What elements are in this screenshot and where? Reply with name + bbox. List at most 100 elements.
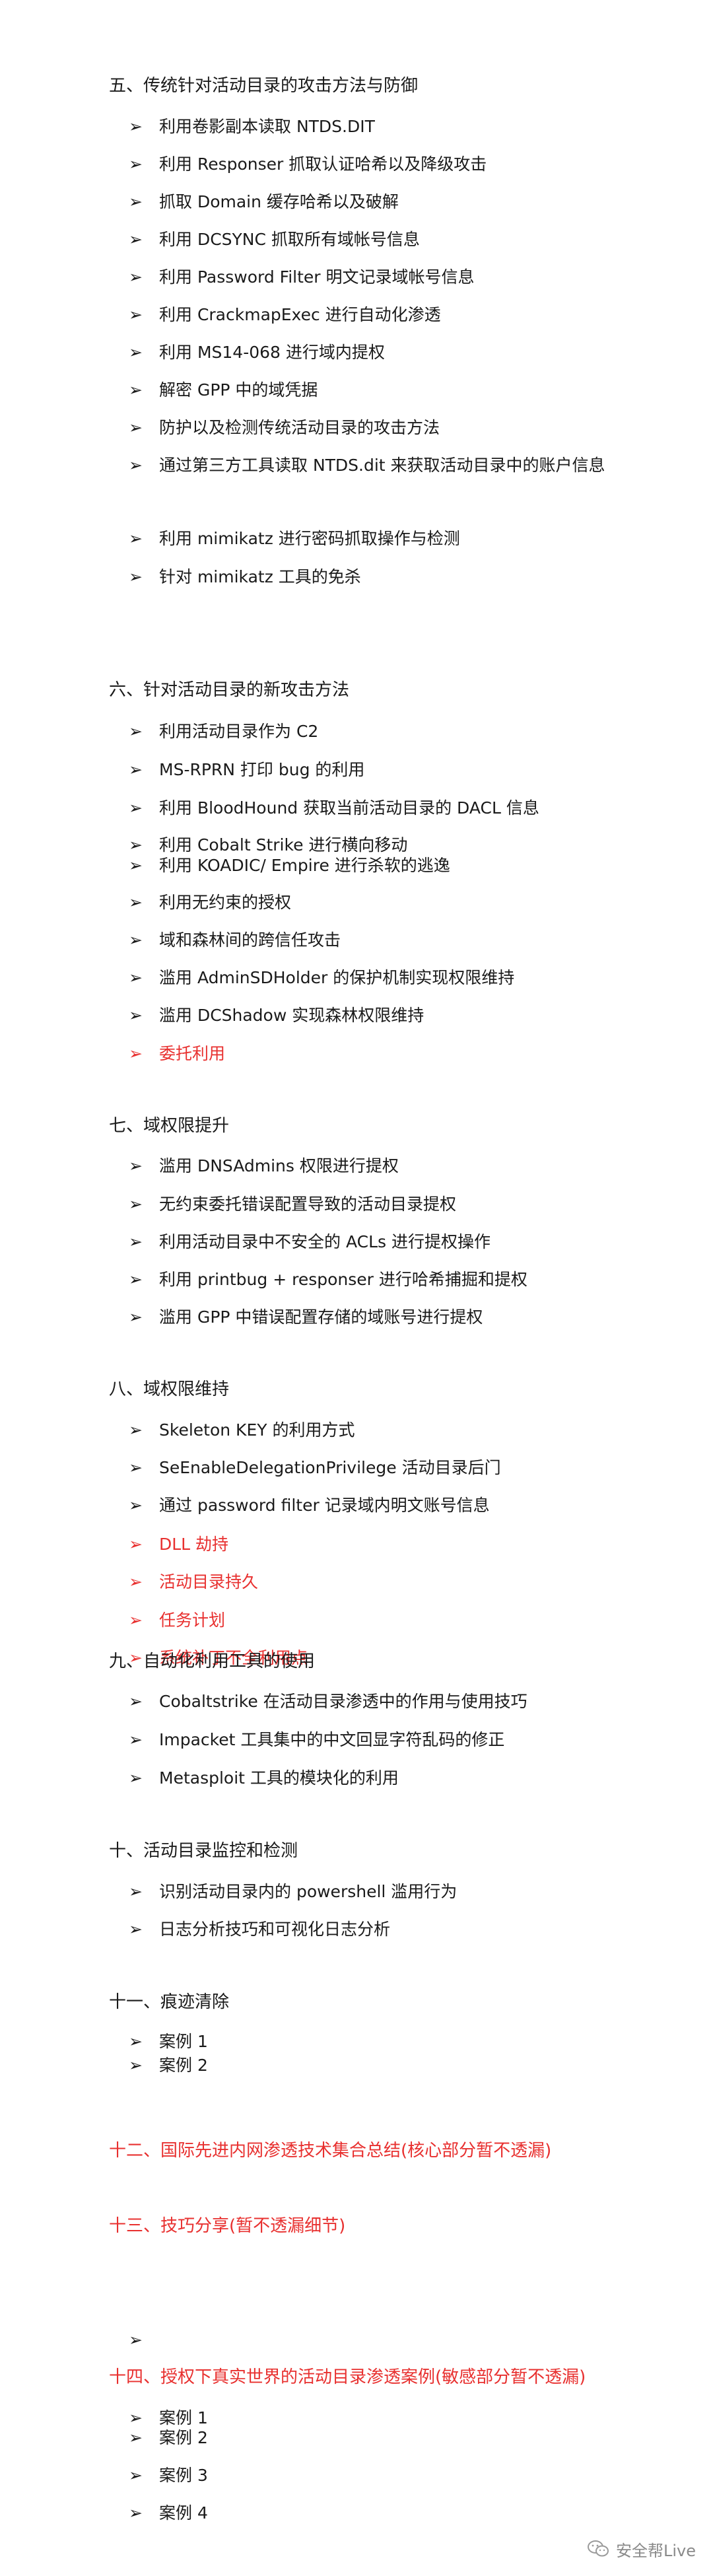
list-item-text: 解密 GPP 中的域凭据 (159, 380, 318, 400)
list-item: ➢ SeEnableDelegationPrivilege 活动目录后门 (129, 1449, 630, 1486)
arrow-bullet-icon: ➢ (129, 760, 143, 779)
list-item-text: 滥用 DCShadow 实现森林权限维持 (159, 1006, 424, 1025)
list-item: ➢ Skeleton KEY 的利用方式 (129, 1412, 630, 1449)
arrow-bullet-icon: ➢ (129, 567, 143, 586)
arrow-bullet-icon: ➢ (129, 1611, 143, 1630)
watermark-text: 安全帮Live (615, 2541, 696, 2560)
list-item: ➢ 通过 password filter 记录域内明文账号信息 (129, 1487, 630, 1524)
list-item: ➢ Impacket 工具集中的中文回显字符乱码的修正 (129, 1722, 630, 1758)
section-heading: 八、域权限维持 (109, 1379, 230, 1399)
list-item: ➢ 滥用 GPP 中错误配置存储的域账号进行提权 (129, 1299, 630, 1336)
list-item-text: 利用活动目录中不安全的 ACLs 进行提权操作 (159, 1232, 491, 1251)
arrow-bullet-icon: ➢ (129, 1156, 143, 1175)
section-heading: 十三、技巧分享(暂不透漏细节) (109, 2216, 346, 2236)
section-heading: 五、传统针对活动目录的攻击方法与防御 (109, 76, 419, 96)
arrow-bullet-icon: ➢ (129, 155, 143, 174)
arrow-bullet-icon: ➢ (129, 1572, 143, 1591)
list-item-text: MS-RPRN 打印 bug 的利用 (159, 760, 365, 779)
list-item-text: 通过 password filter 记录域内明文账号信息 (159, 1496, 490, 1515)
list-item: ➢ 滥用 DNSAdmins 权限进行提权 (129, 1148, 630, 1185)
list-item: ➢ 利用无约束的授权 (129, 884, 630, 921)
watermark: 安全帮Live (587, 2536, 696, 2562)
arrow-bullet-icon: ➢ (129, 1496, 143, 1515)
arrow-bullet-icon: ➢ (129, 1730, 143, 1749)
list-item-text: 利用 mimikatz 进行密码抓取操作与检测 (159, 529, 460, 548)
list-item: ➢ 利用 BloodHound 获取当前活动目录的 DACL 信息 (129, 790, 630, 827)
list-item-text: 利用卷影副本读取 NTDS.DIT (159, 117, 375, 136)
list-item-text: 委托利用 (159, 1044, 226, 1063)
section-heading: 十二、国际先进内网渗透技术集合总结(核心部分暂不透漏) (109, 2141, 552, 2161)
arrow-bullet-icon: ➢ (129, 856, 143, 875)
list-item: ➢ MS-RPRN 打印 bug 的利用 (129, 751, 630, 788)
list-item: ➢ 域和森林间的跨信任攻击 (129, 922, 630, 959)
list-item-text: 通过第三方工具读取 NTDS.dit 来获取活动目录中的账户信息 (159, 456, 605, 475)
list-item-text: 利用 Responser 抓取认证哈希以及降级攻击 (159, 155, 487, 174)
list-item-text: 利用 MS14-068 进行域内提权 (159, 343, 385, 362)
list-item-text: 利用 CrackmapExec 进行自动化渗透 (159, 305, 441, 324)
arrow-bullet-icon: ➢ (129, 2466, 143, 2485)
list-item: ➢ 利用 DCSYNC 抓取所有域帐号信息 (129, 221, 630, 258)
section-heading: 七、域权限提升 (109, 1116, 230, 1136)
arrow-bullet-icon: ➢ (129, 418, 143, 437)
list-item: ➢ 案例 2 (129, 2419, 630, 2456)
list-item-text: 案例 2 (159, 2056, 208, 2075)
arrow-bullet-icon: ➢ (129, 1535, 143, 1554)
list-item-text: 域和森林间的跨信任攻击 (159, 930, 341, 950)
section-heading: 六、针对活动目录的新攻击方法 (109, 680, 350, 700)
arrow-bullet-icon: ➢ (129, 2330, 143, 2350)
list-item: ➢ 利用活动目录作为 C2 (129, 713, 630, 750)
list-item-text: 案例 3 (159, 2466, 208, 2485)
arrow-bullet-icon: ➢ (129, 117, 143, 136)
list-item: ➢ 利用 printbug + responser 进行哈希捕掘和提权 (129, 1261, 630, 1298)
arrow-bullet-icon: ➢ (129, 1044, 143, 1063)
arrow-bullet-icon: ➢ (129, 2056, 143, 2075)
list-item: ➢ 利用活动目录中不安全的 ACLs 进行提权操作 (129, 1224, 630, 1261)
list-item: ➢ 日志分析技巧和可视化日志分析 (129, 1911, 630, 1948)
arrow-bullet-icon: ➢ (129, 1920, 143, 1939)
list-item: ➢ 利用 KOADIC/ Empire 进行杀软的逃逸 (129, 847, 630, 884)
list-item: ➢ Cobaltstrike 在活动目录渗透中的作用与使用技巧 (129, 1683, 630, 1720)
list-item-text: SeEnableDelegationPrivilege 活动目录后门 (159, 1458, 501, 1477)
list-item-text: 利用活动目录作为 C2 (159, 722, 319, 741)
list-item: ➢ 抓取 Domain 缓存哈希以及破解 (129, 184, 630, 221)
list-item-text: DLL 劫持 (159, 1535, 229, 1554)
arrow-bullet-icon: ➢ (129, 529, 143, 548)
arrow-bullet-icon: ➢ (129, 1232, 143, 1251)
section-heading: 十一、痕迹清除 (109, 1992, 230, 2012)
arrow-bullet-icon: ➢ (129, 1882, 143, 1901)
arrow-bullet-icon: ➢ (129, 305, 143, 324)
list-item-text: 针对 mimikatz 工具的免杀 (159, 567, 361, 586)
arrow-bullet-icon: ➢ (129, 722, 143, 741)
list-item: ➢ 案例 2 (129, 2047, 630, 2084)
arrow-bullet-icon: ➢ (129, 968, 143, 987)
list-item: ➢ 利用 MS14-068 进行域内提权 (129, 334, 630, 371)
list-item-text: 利用 printbug + responser 进行哈希捕掘和提权 (159, 1270, 527, 1289)
section-heading: 九、自动化利用工具的使用 (109, 1652, 316, 1671)
list-item: ➢ 解密 GPP 中的域凭据 (129, 372, 630, 409)
list-item: ➢ 利用卷影副本读取 NTDS.DIT (129, 108, 630, 145)
arrow-bullet-icon: ➢ (129, 1692, 143, 1711)
list-item: ➢ 滥用 AdminSDHolder 的保护机制实现权限维持 (129, 959, 630, 996)
list-item-text: 利用 Password Filter 明文记录域帐号信息 (159, 267, 475, 287)
arrow-bullet-icon: ➢ (129, 192, 143, 211)
list-item-text: 抓取 Domain 缓存哈希以及破解 (159, 192, 399, 211)
list-item: ➢ Metasploit 工具的模块化的利用 (129, 1760, 630, 1797)
document-page: 五、传统针对活动目录的攻击方法与防御 ➢ 利用卷影副本读取 NTDS.DIT ➢ 利用 … (0, 0, 713, 2576)
wechat-icon (587, 2540, 609, 2557)
list-item-text: 滥用 GPP 中错误配置存储的域账号进行提权 (159, 1307, 483, 1327)
arrow-bullet-icon: ➢ (129, 1307, 143, 1327)
list-item: ➢ 案例 4 (129, 2495, 630, 2532)
arrow-bullet-icon: ➢ (129, 2428, 143, 2447)
arrow-bullet-icon: ➢ (129, 456, 143, 475)
list-item: ➢ 活动目录持久 (129, 1564, 630, 1601)
list-item-text: 日志分析技巧和可视化日志分析 (159, 1920, 391, 1939)
arrow-bullet-icon: ➢ (129, 1006, 143, 1025)
arrow-bullet-icon: ➢ (129, 893, 143, 912)
section-heading: 十、活动目录监控和检测 (109, 1841, 298, 1861)
list-item-text: 利用 BloodHound 获取当前活动目录的 DACL 信息 (159, 798, 539, 818)
list-item: ➢ 识别活动目录内的 powershell 滥用行为 (129, 1873, 630, 1910)
list-item-text: Impacket 工具集中的中文回显字符乱码的修正 (159, 1730, 505, 1749)
arrow-bullet-icon: ➢ (129, 798, 143, 818)
list-item: ➢ 滥用 DCShadow 实现森林权限维持 (129, 997, 630, 1034)
arrow-bullet-icon: ➢ (129, 267, 143, 287)
